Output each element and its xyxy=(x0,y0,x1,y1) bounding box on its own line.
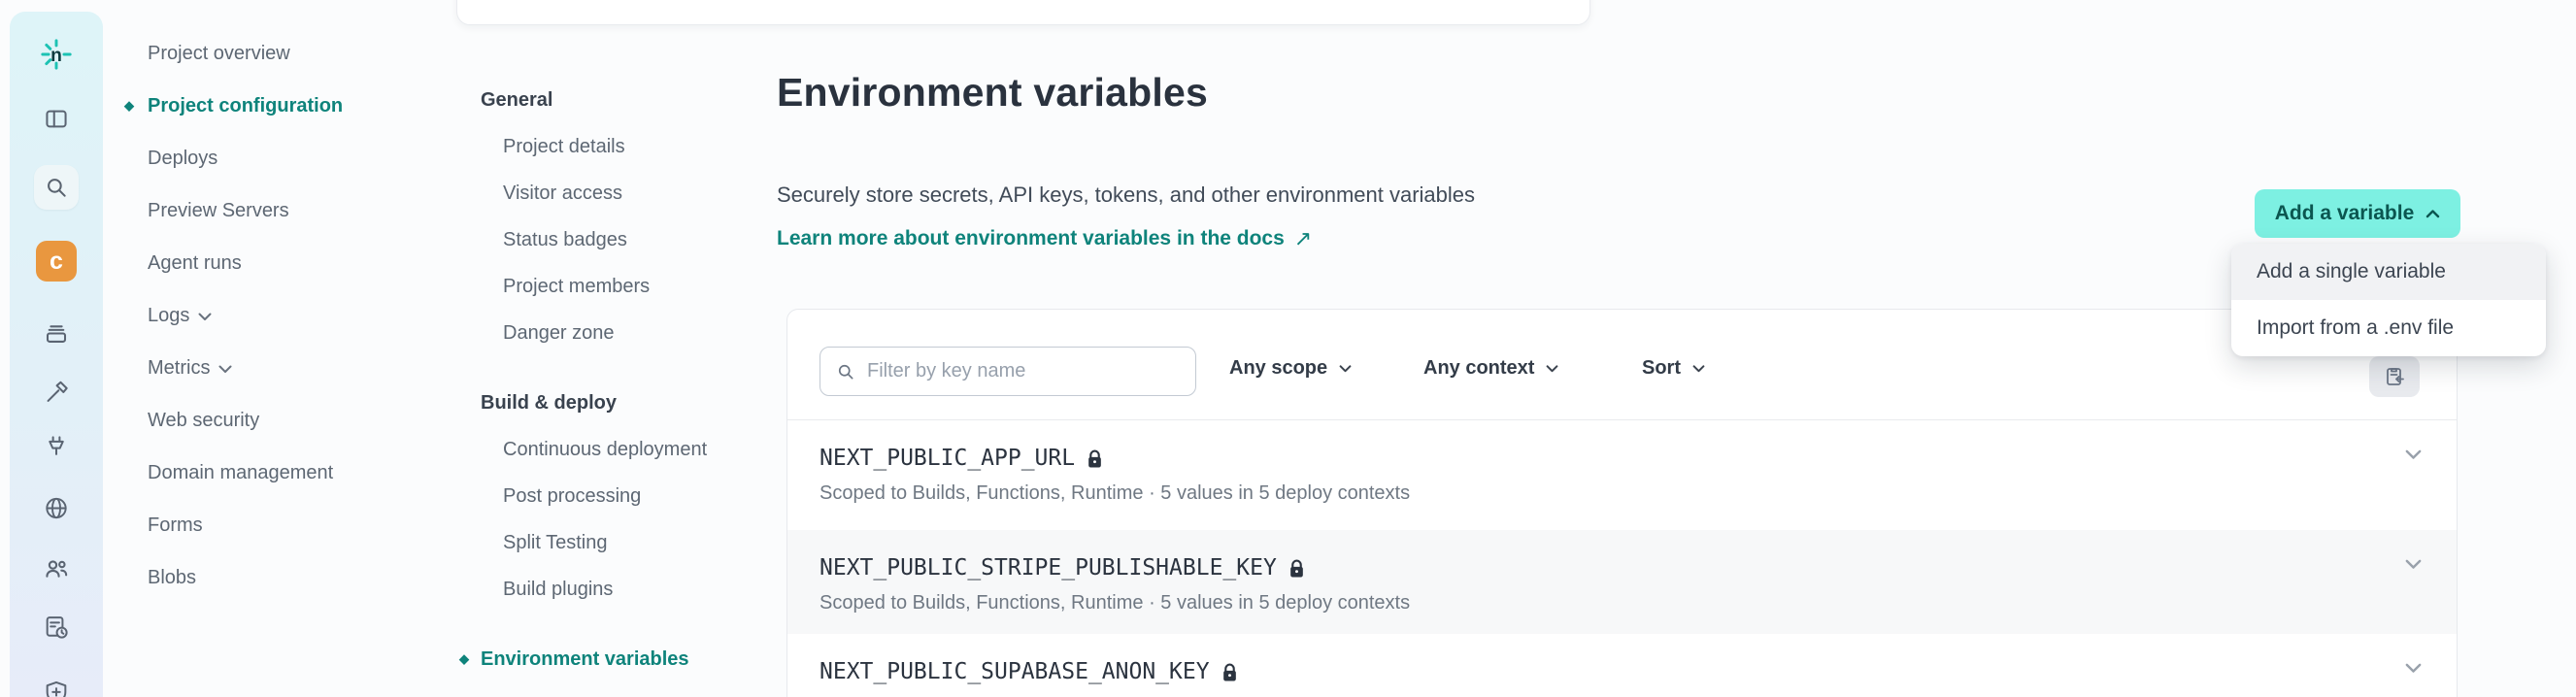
lock-icon xyxy=(1221,663,1238,681)
claude-icon[interactable]: c xyxy=(36,241,77,282)
team-icon[interactable] xyxy=(43,554,70,581)
forms-icon[interactable] xyxy=(43,614,70,641)
import-env-button[interactable] xyxy=(2369,356,2420,397)
integrations-icon[interactable] xyxy=(44,434,70,460)
nav-post-processing[interactable]: Post processing xyxy=(456,473,777,519)
config-nav-active: ◆ Environment variables xyxy=(456,636,777,682)
chevron-down-icon[interactable] xyxy=(2405,559,2422,570)
variable-row[interactable]: NEXT_PUBLIC_SUPABASE_ANON_KEY Scoped to … xyxy=(787,634,2457,697)
filter-by-key-input[interactable] xyxy=(867,360,1188,382)
svg-text:n: n xyxy=(50,46,62,66)
netlify-logo[interactable]: n xyxy=(40,38,73,71)
menu-item-add-single-variable[interactable]: Add a single variable xyxy=(2231,244,2546,300)
chevron-up-icon xyxy=(2426,209,2440,217)
config-nav-build-deploy: Build & deploy Continuous deployment Pos… xyxy=(456,380,777,613)
config-nav-general: General Project details Visitor access S… xyxy=(456,77,777,356)
nav-project-details[interactable]: Project details xyxy=(456,123,777,170)
variable-row[interactable]: NEXT_PUBLIC_APP_URL Scoped to Builds, Fu… xyxy=(787,420,2457,530)
filter-input-wrapper xyxy=(820,347,1196,396)
chevron-down-icon[interactable] xyxy=(2405,449,2422,460)
chevron-down-icon xyxy=(1339,364,1352,372)
nav-project-overview[interactable]: Project overview xyxy=(103,27,443,80)
section-title-general: General xyxy=(481,88,553,111)
variable-key: NEXT_PUBLIC_APP_URL xyxy=(820,446,1103,471)
nav-web-security[interactable]: Web security xyxy=(103,394,443,447)
nav-build-plugins[interactable]: Build plugins xyxy=(456,566,777,613)
page-title: Environment variables xyxy=(777,70,1208,115)
security-icon[interactable] xyxy=(43,680,70,697)
variable-key: NEXT_PUBLIC_STRIPE_PUBLISHABLE_KEY xyxy=(820,555,1305,581)
clipboard-import-icon xyxy=(2387,368,2404,385)
nav-danger-zone[interactable]: Danger zone xyxy=(456,310,777,356)
section-title-build-deploy: Build & deploy xyxy=(481,391,617,414)
nav-domain-management[interactable]: Domain management xyxy=(103,447,443,499)
icon-rail: n c xyxy=(10,12,103,697)
nav-visitor-access[interactable]: Visitor access xyxy=(456,170,777,216)
lock-icon xyxy=(1288,559,1305,578)
chevron-down-icon xyxy=(198,313,212,320)
nav-environment-variables[interactable]: ◆ Environment variables xyxy=(456,636,777,682)
menu-item-import-env-file[interactable]: Import from a .env file xyxy=(2231,300,2546,356)
command-bar[interactable] xyxy=(456,0,1590,25)
scope-filter-dropdown[interactable]: Any scope xyxy=(1229,357,1352,380)
nav-deploys[interactable]: Deploys xyxy=(103,132,443,184)
chevron-down-icon xyxy=(1547,364,1558,372)
active-bullet: ◆ xyxy=(459,651,469,666)
chevron-down-icon xyxy=(218,365,232,373)
environment-variables-card: Any scope Any context Sort NEXT_PUBLIC_A… xyxy=(786,309,2458,697)
sort-dropdown[interactable]: Sort xyxy=(1642,357,1705,380)
nav-project-members[interactable]: Project members xyxy=(456,263,777,310)
nav-status-badges[interactable]: Status badges xyxy=(456,216,777,263)
variable-meta: Scoped to Builds, Functions, Runtime · 5… xyxy=(820,482,1411,504)
add-variable-button[interactable]: Add a variable xyxy=(2255,189,2460,238)
active-bullet: ◆ xyxy=(124,98,134,113)
nav-project-configuration[interactable]: ◆ Project configuration xyxy=(103,80,443,132)
nav-continuous-deployment[interactable]: Continuous deployment xyxy=(456,426,777,473)
search-icon[interactable] xyxy=(34,165,79,210)
lock-icon xyxy=(1087,449,1103,468)
globe-icon[interactable] xyxy=(44,495,70,521)
nav-agent-runs[interactable]: Agent runs xyxy=(103,237,443,289)
nav-split-testing[interactable]: Split Testing xyxy=(456,519,777,566)
nav-logs[interactable]: Logs xyxy=(103,289,443,342)
variable-meta: Scoped to Builds, Functions, Runtime · 5… xyxy=(820,592,1411,614)
project-nav: Project overview ◆ Project configuration… xyxy=(103,27,443,604)
nav-metrics[interactable]: Metrics xyxy=(103,342,443,394)
page-description: Securely store secrets, API keys, tokens… xyxy=(777,183,1476,207)
nav-blobs[interactable]: Blobs xyxy=(103,551,443,604)
build-icon[interactable] xyxy=(44,380,70,406)
nav-preview-servers[interactable]: Preview Servers xyxy=(103,184,443,237)
variable-key: NEXT_PUBLIC_SUPABASE_ANON_KEY xyxy=(820,659,1238,684)
add-variable-menu: Add a single variable Import from a .env… xyxy=(2231,244,2546,356)
chevron-down-icon xyxy=(1692,364,1705,372)
search-icon xyxy=(838,364,853,379)
docs-link[interactable]: Learn more about environment variables i… xyxy=(777,226,1312,251)
deploys-icon[interactable] xyxy=(44,320,70,347)
context-filter-dropdown[interactable]: Any context xyxy=(1423,357,1558,380)
chevron-down-icon[interactable] xyxy=(2405,663,2422,674)
external-link-icon: ↗ xyxy=(1293,226,1313,250)
variable-row[interactable]: NEXT_PUBLIC_STRIPE_PUBLISHABLE_KEY Scope… xyxy=(787,530,2457,634)
panels-icon[interactable] xyxy=(44,106,70,132)
nav-forms[interactable]: Forms xyxy=(103,499,443,551)
